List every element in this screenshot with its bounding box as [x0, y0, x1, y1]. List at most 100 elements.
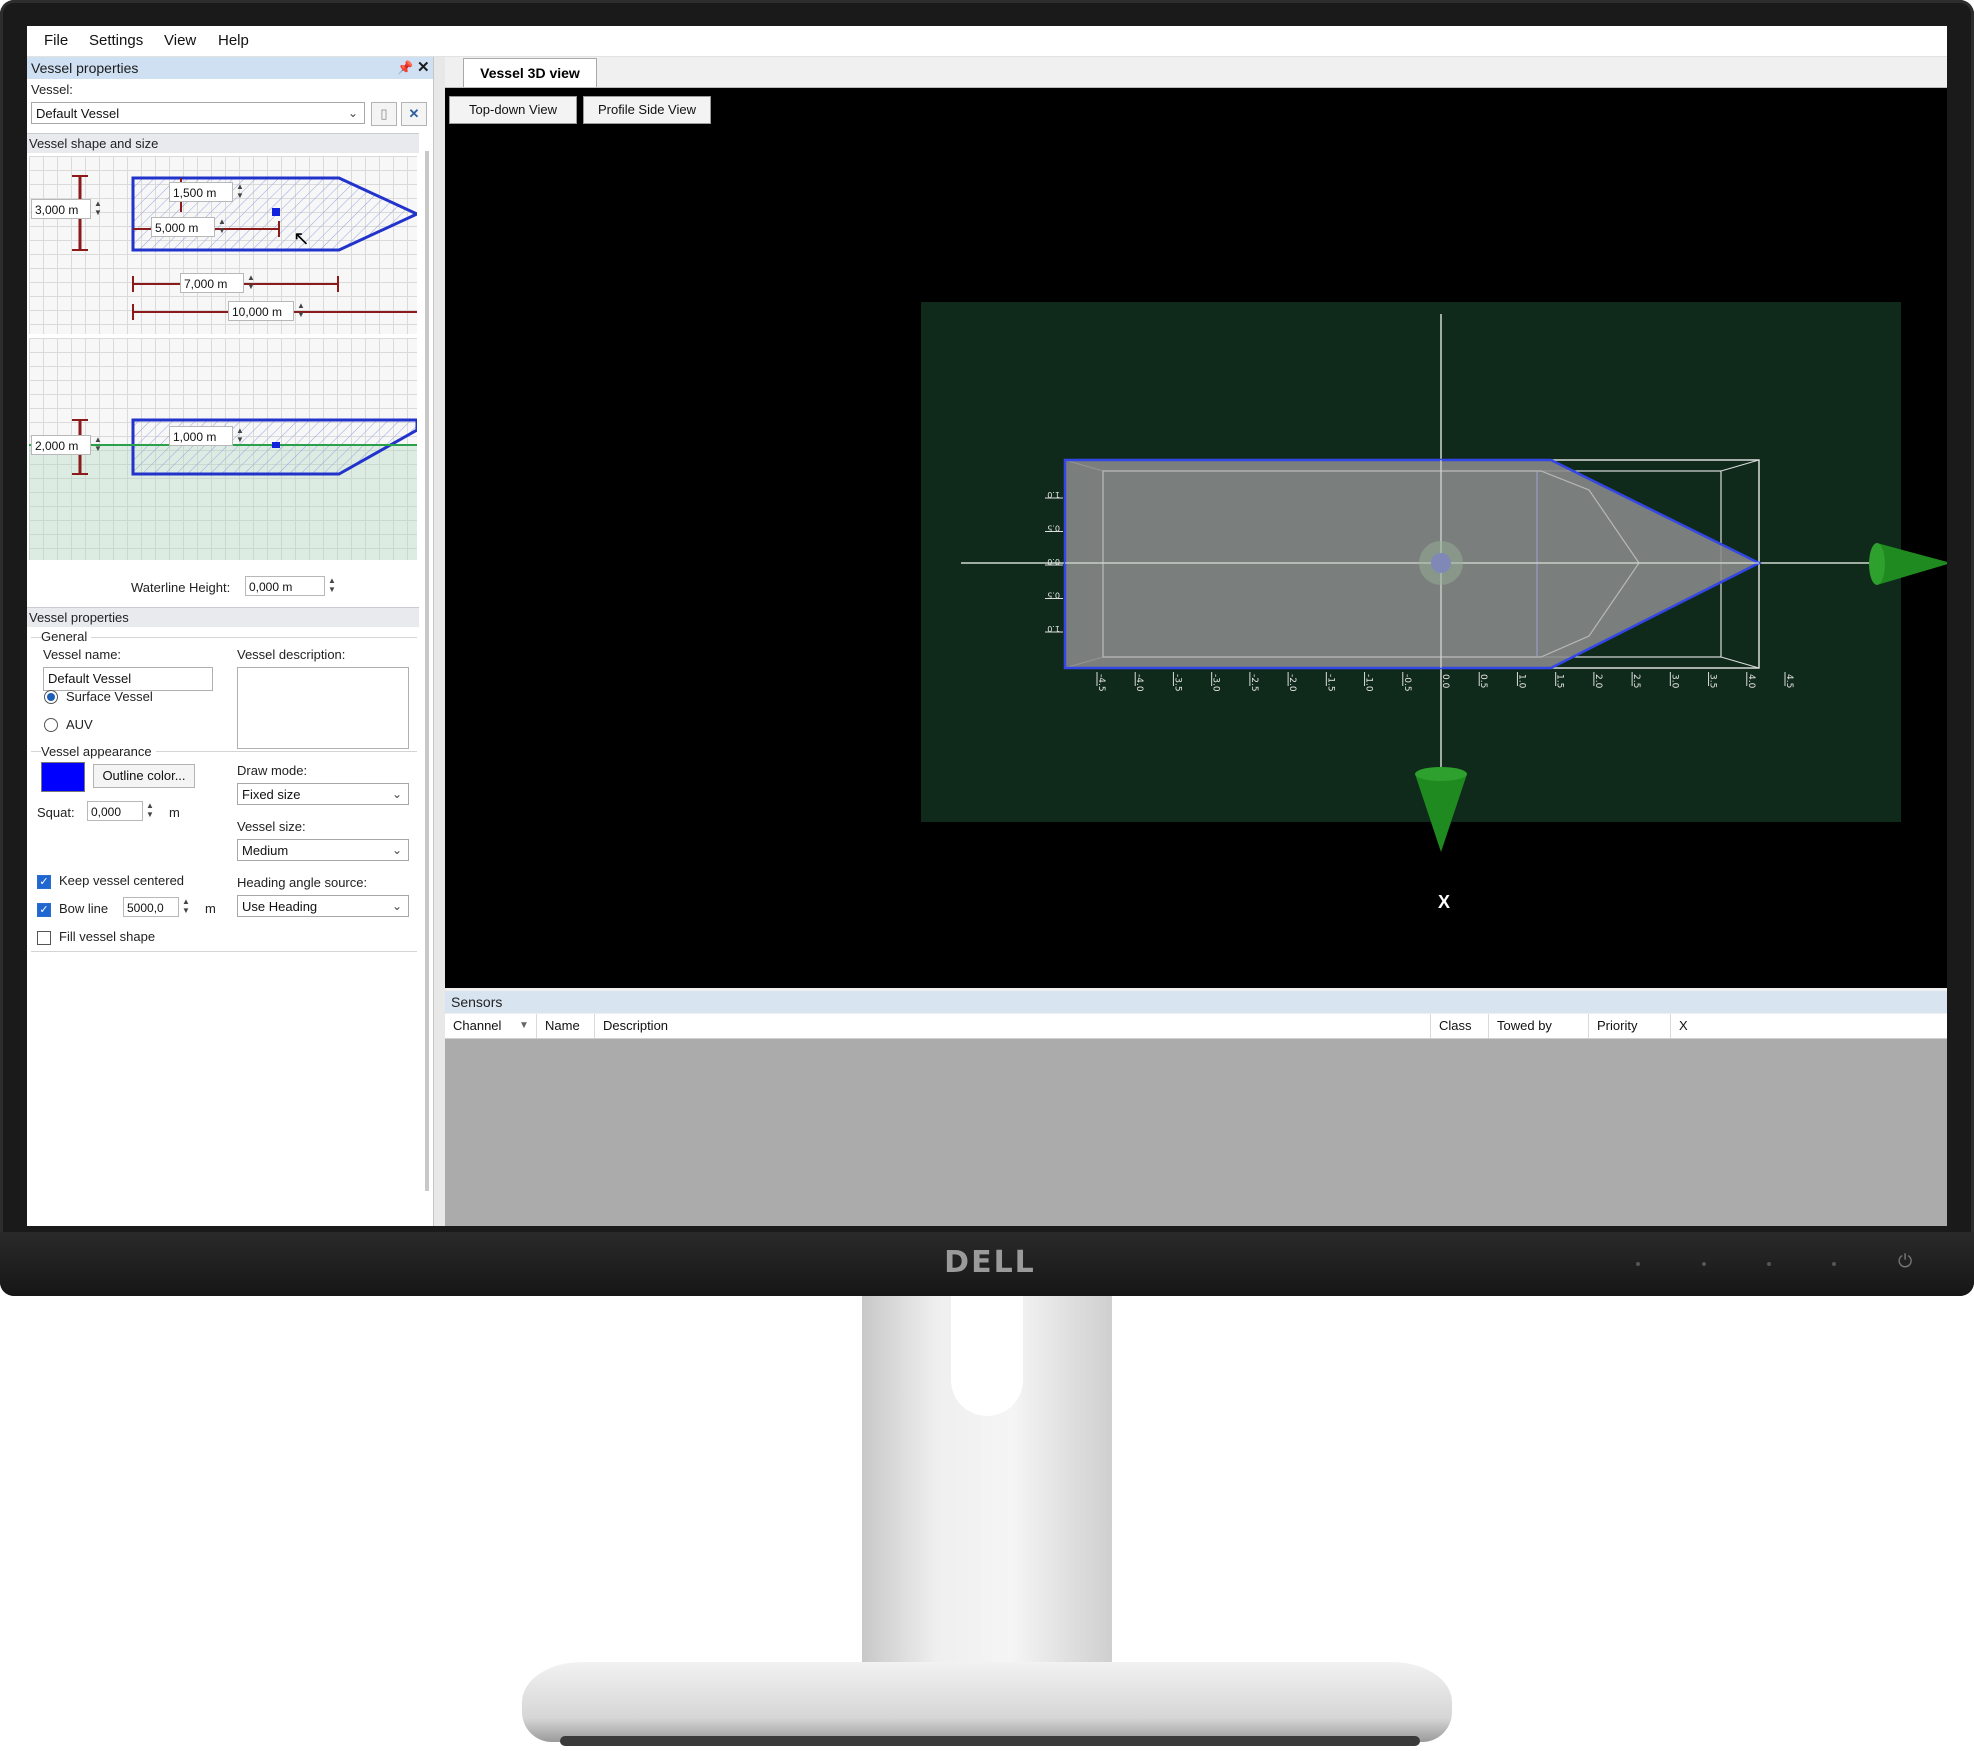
panel-scrollbar[interactable]: [425, 151, 429, 1191]
vessel-properties-panel: Vessel properties 📌 ✕ Vessel: Default Ve…: [27, 57, 433, 1226]
draw-mode-select[interactable]: Fixed size ⌄: [237, 783, 409, 805]
vessel-size-value: Medium: [242, 843, 289, 858]
stand-cable-hole: [951, 1296, 1023, 1416]
auv-radio[interactable]: [44, 718, 58, 732]
x-tick-label: -3.5: [1172, 674, 1182, 692]
monitor-button: [1832, 1262, 1836, 1266]
squat-input[interactable]: 0,000: [87, 801, 143, 821]
x-tick-label: 3.0: [1669, 674, 1679, 689]
vessel-size-select[interactable]: Medium ⌄: [237, 839, 409, 861]
waterline-stepper[interactable]: ▲ ▼: [325, 576, 339, 596]
column-label: Channel: [453, 1018, 502, 1033]
document-icon: ▯: [380, 106, 388, 121]
bow-line-label: Bow line: [59, 901, 109, 916]
x-tick-label: 1.0: [1516, 674, 1526, 689]
squat-unit: m: [169, 805, 180, 820]
waterline-input[interactable]: 0,000 m: [245, 576, 325, 596]
pin-icon[interactable]: 📌: [397, 57, 413, 79]
panel-title: Vessel properties: [31, 60, 139, 76]
menu-settings[interactable]: Settings: [89, 32, 143, 49]
x-tick-label: 3.5: [1708, 674, 1718, 688]
x-tick-label: 1.5: [1555, 674, 1565, 688]
bow-line-checkbox[interactable]: ✓: [37, 903, 51, 917]
monitor-button: [1636, 1262, 1640, 1266]
monitor-button: [1767, 1262, 1771, 1266]
column-header-channel[interactable]: Channel ▼: [445, 1014, 537, 1038]
menu-bar: File Settings View Help: [27, 26, 1947, 57]
shape-section-header: Vessel shape and size: [27, 133, 419, 153]
heading-source-select[interactable]: Use Heading ⌄: [237, 895, 409, 917]
column-header-description[interactable]: Description: [595, 1014, 1431, 1038]
vessel-select[interactable]: Default Vessel ⌄: [31, 102, 365, 124]
draw-mode-label: Draw mode:: [237, 763, 308, 778]
y-tick-label: 1.0: [1047, 490, 1060, 499]
close-icon[interactable]: ✕: [417, 57, 430, 79]
chevron-down-icon: ⌄: [391, 899, 402, 913]
center-offset-stepper[interactable]: ▲ ▼: [215, 217, 229, 237]
vessel-description-input[interactable]: [237, 667, 409, 749]
column-header-class[interactable]: Class: [1431, 1014, 1489, 1038]
hull-length-input[interactable]: 7,000 m: [180, 273, 244, 293]
side-view-diagram: 2,000 m ▲ ▼ 1,000 m ▲ ▼: [29, 338, 417, 560]
panel-title-bar: Vessel properties 📌 ✕: [27, 57, 433, 79]
x-tick-label: -1.0: [1364, 674, 1374, 692]
squat-stepper[interactable]: ▲ ▼: [143, 801, 157, 821]
tab-vessel-3d-view[interactable]: Vessel 3D view: [463, 58, 597, 87]
y-tick-label: 0.5: [1047, 591, 1060, 600]
hull-length-stepper[interactable]: ▲ ▼: [244, 273, 258, 293]
base-feet: [560, 1736, 1420, 1746]
keep-centered-checkbox[interactable]: ✓: [37, 875, 51, 889]
menu-file[interactable]: File: [44, 32, 68, 49]
column-header-towed-by[interactable]: Towed by: [1489, 1014, 1589, 1038]
keep-centered-label: Keep vessel centered: [59, 873, 185, 888]
menu-view[interactable]: View: [164, 32, 196, 49]
draft-input[interactable]: 1,000 m: [169, 426, 233, 446]
column-header-priority[interactable]: Priority: [1589, 1014, 1671, 1038]
height-input[interactable]: 2,000 m: [31, 435, 91, 455]
menu-help[interactable]: Help: [218, 32, 249, 49]
fill-shape-checkbox[interactable]: [37, 931, 51, 945]
column-header-name[interactable]: Name: [537, 1014, 595, 1038]
bow-line-input[interactable]: 5000,0: [123, 897, 179, 917]
bow-offset-stepper[interactable]: ▲ ▼: [233, 182, 247, 202]
draft-stepper[interactable]: ▲ ▼: [233, 426, 247, 446]
x-tick-label: -4.0: [1134, 674, 1144, 692]
total-length-input[interactable]: 10,000 m: [228, 301, 294, 321]
outline-color-swatch[interactable]: [41, 762, 85, 792]
x-tick-label: 0.5: [1478, 674, 1488, 688]
sensors-table-body[interactable]: [445, 1039, 1947, 1226]
vessel-3d-viewport[interactable]: Top-down View Profile Side View -4.5 -4.0…: [445, 88, 1947, 988]
general-label: General: [41, 629, 92, 644]
height-stepper[interactable]: ▲ ▼: [91, 435, 105, 455]
axis-label: X: [1438, 892, 1451, 912]
bow-line-stepper[interactable]: ▲ ▼: [179, 897, 193, 917]
surface-vessel-label: Surface Vessel: [66, 689, 153, 704]
brand-logo: DELL: [944, 1245, 1036, 1280]
squat-label: Squat:: [37, 805, 75, 820]
outline-color-button[interactable]: Outline color...: [93, 764, 195, 788]
width-input[interactable]: 3,000 m: [31, 199, 91, 219]
heading-source-label: Heading angle source:: [237, 875, 368, 890]
vessel-name-label: Vessel name:: [43, 647, 122, 662]
top-view-diagram: 3,000 m ▲ ▼ 1,500 m ▲ ▼ 5,000 m ▲ ▼ 7,000 m…: [29, 156, 417, 334]
x-tick-label: -2.0: [1287, 674, 1297, 692]
options-divider: [31, 951, 417, 952]
waterline-label: Waterline Height:: [131, 580, 231, 595]
new-vessel-button[interactable]: ▯: [371, 102, 397, 126]
center-offset-input[interactable]: 5,000 m: [151, 217, 215, 237]
width-stepper[interactable]: ▲ ▼: [91, 199, 105, 219]
total-length-stepper[interactable]: ▲ ▼: [294, 301, 308, 321]
monitor-base: [522, 1662, 1452, 1742]
sort-down-icon: ▼: [519, 1020, 529, 1031]
x-arrow-cone: [1877, 543, 1947, 585]
x-tick-label: 2.5: [1631, 674, 1641, 688]
surface-vessel-radio[interactable]: [44, 690, 58, 704]
bow-offset-input[interactable]: 1,500 m: [169, 182, 233, 202]
document-tab-row: [445, 57, 1947, 88]
scene-svg: -4.5 -4.0 -3.5 -3.0 -2.5 -2.0 -1.5 -1.0 -0.5 0.0 0…: [921, 302, 1947, 852]
vessel-name-input[interactable]: Default Vessel: [43, 667, 213, 691]
column-header-x[interactable]: X: [1671, 1014, 1711, 1038]
appearance-label: Vessel appearance: [41, 744, 156, 759]
delete-vessel-button[interactable]: ✕: [401, 102, 427, 126]
vessel-select-value: Default Vessel: [36, 106, 120, 121]
